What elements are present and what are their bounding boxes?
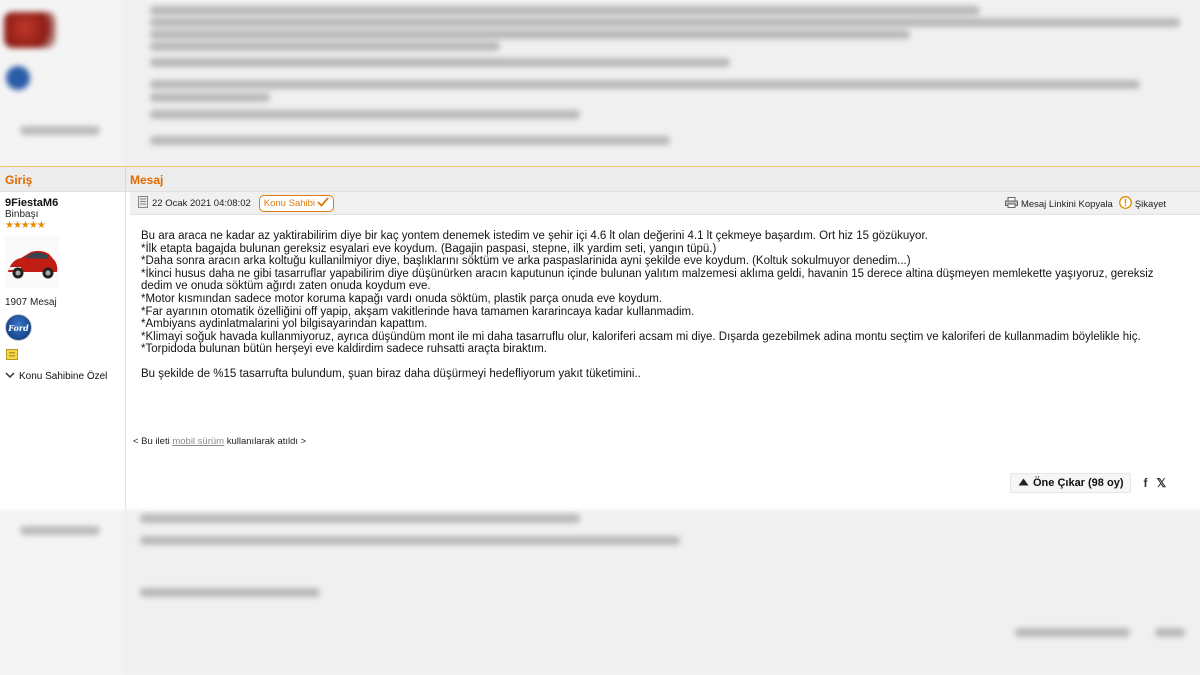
mobile-version-link[interactable]: mobil sürüm: [172, 436, 224, 447]
user-info-column: 9FiestaM6 Binbaşı ★★★★★ 1907 Mesaj Ford …: [0, 192, 126, 511]
post-closing-line: Bu şekilde de %15 tasarrufta bulundum, ş…: [141, 367, 641, 380]
post-line: *Far ayarının otomatik özelliğini off ya…: [141, 305, 695, 318]
blurred-line: [150, 58, 730, 67]
blurred-line: [20, 126, 100, 135]
forum-post: Giriş Mesaj 9FiestaM6 Binbaşı ★★★★★ 1907…: [0, 166, 1200, 511]
header-login[interactable]: Giriş: [5, 173, 32, 187]
owner-badge-label: Konu Sahibi: [263, 198, 316, 209]
previous-post-blurred: [0, 0, 1200, 166]
blurred-line: [150, 110, 580, 119]
blurred-line: [140, 536, 680, 545]
topic-owner-badge: Konu Sahibi: [258, 195, 335, 212]
post-footer-actions: Öne Çıkar (98 oy) f 𝕏: [1010, 473, 1166, 493]
post-body: Bu ara araca ne kadar az yaktirabilirim …: [141, 230, 1186, 381]
blurred-avatar: [4, 12, 56, 48]
post-header-row: Giriş Mesaj: [0, 167, 1200, 192]
post-line: *Klimayi soğuk havada kullanmiyoruz, ayr…: [141, 330, 1141, 343]
ford-logo-icon: Ford: [5, 314, 32, 341]
next-post-blurred: [0, 510, 1200, 675]
username[interactable]: 9FiestaM6: [5, 197, 58, 209]
facebook-icon[interactable]: f: [1143, 476, 1147, 490]
post-timestamp: 22 Ocak 2021 04:08:02: [152, 198, 251, 209]
post-meta-left: 22 Ocak 2021 04:08:02 Konu Sahibi: [138, 195, 335, 212]
blurred-line: [1015, 628, 1130, 637]
chevron-down-icon: [5, 371, 15, 382]
user-rank: Binbaşı: [5, 209, 39, 220]
user-badge-icon: [6, 347, 18, 360]
rank-stars: ★★★★★: [5, 220, 46, 231]
post-meta-actions: Mesaj Linkini Kopyala Şikayet: [1004, 196, 1166, 212]
blurred-line: [1155, 628, 1185, 637]
post-meta-row: 22 Ocak 2021 04:08:02 Konu Sahibi Mesaj …: [130, 192, 1200, 215]
copy-link-label: Mesaj Linkini Kopyala: [1020, 198, 1113, 210]
blurred-line: [150, 18, 1180, 27]
copy-link-button[interactable]: Mesaj Linkini Kopyala: [1004, 197, 1113, 211]
upvote-button[interactable]: Öne Çıkar (98 oy): [1010, 473, 1132, 493]
header-message: Mesaj: [130, 173, 164, 187]
mobile-note-suffix: kullanılarak atıldı >: [226, 436, 307, 447]
post-line: *Daha sonra aracın arka koltuğu kullanil…: [141, 255, 911, 268]
report-label: Şikayet: [1134, 198, 1166, 210]
blurred-line: [150, 42, 500, 51]
report-button[interactable]: Şikayet: [1118, 196, 1166, 212]
post-line: *İlk etapta bagajda bulunan gereksiz esy…: [141, 242, 717, 255]
printer-icon: [1004, 197, 1018, 211]
blurred-line: [150, 6, 980, 15]
mobile-note-prefix: < Bu ileti: [133, 436, 170, 447]
blurred-line: [150, 30, 910, 39]
checkmark-icon: [317, 197, 329, 210]
post-line: *Torpidoda bulunan bütün herşeyi eve kal…: [141, 343, 547, 356]
post-line: *İkinci husus daha ne gibi tasarruflar y…: [141, 267, 1154, 293]
blurred-line: [140, 588, 320, 597]
header-divider: [125, 167, 126, 191]
blurred-line: [150, 136, 670, 145]
mobile-version-note: < Bu ileti mobil sürüm kullanılarak atıl…: [133, 436, 306, 447]
post-line: Bu ara araca ne kadar az yaktirabilirim …: [141, 230, 928, 242]
twitter-icon[interactable]: 𝕏: [1156, 476, 1166, 490]
document-icon: [138, 196, 148, 211]
ford-logo-text: Ford: [8, 322, 29, 333]
blurred-line: [140, 514, 580, 523]
private-message-label: Konu Sahibine Özel: [19, 371, 108, 382]
post-count: 1907 Mesaj: [5, 297, 57, 308]
post-line: *Motor kısmından sadece motor koruma kap…: [141, 292, 662, 305]
post-line: *Ambiyans aydinlatmalarini yol bilgisaya…: [141, 318, 428, 331]
share-links: f 𝕏: [1143, 476, 1166, 490]
arrow-up-icon: [1018, 477, 1029, 489]
avatar[interactable]: [5, 236, 59, 288]
blurred-line: [20, 526, 100, 535]
blurred-line: [150, 93, 270, 102]
private-message-link[interactable]: Konu Sahibine Özel: [5, 371, 107, 382]
blurred-line: [150, 80, 1140, 89]
warning-icon: [1118, 196, 1132, 212]
blurred-ford-logo: [6, 66, 30, 90]
upvote-label: Öne Çıkar (98 oy): [1033, 477, 1124, 489]
